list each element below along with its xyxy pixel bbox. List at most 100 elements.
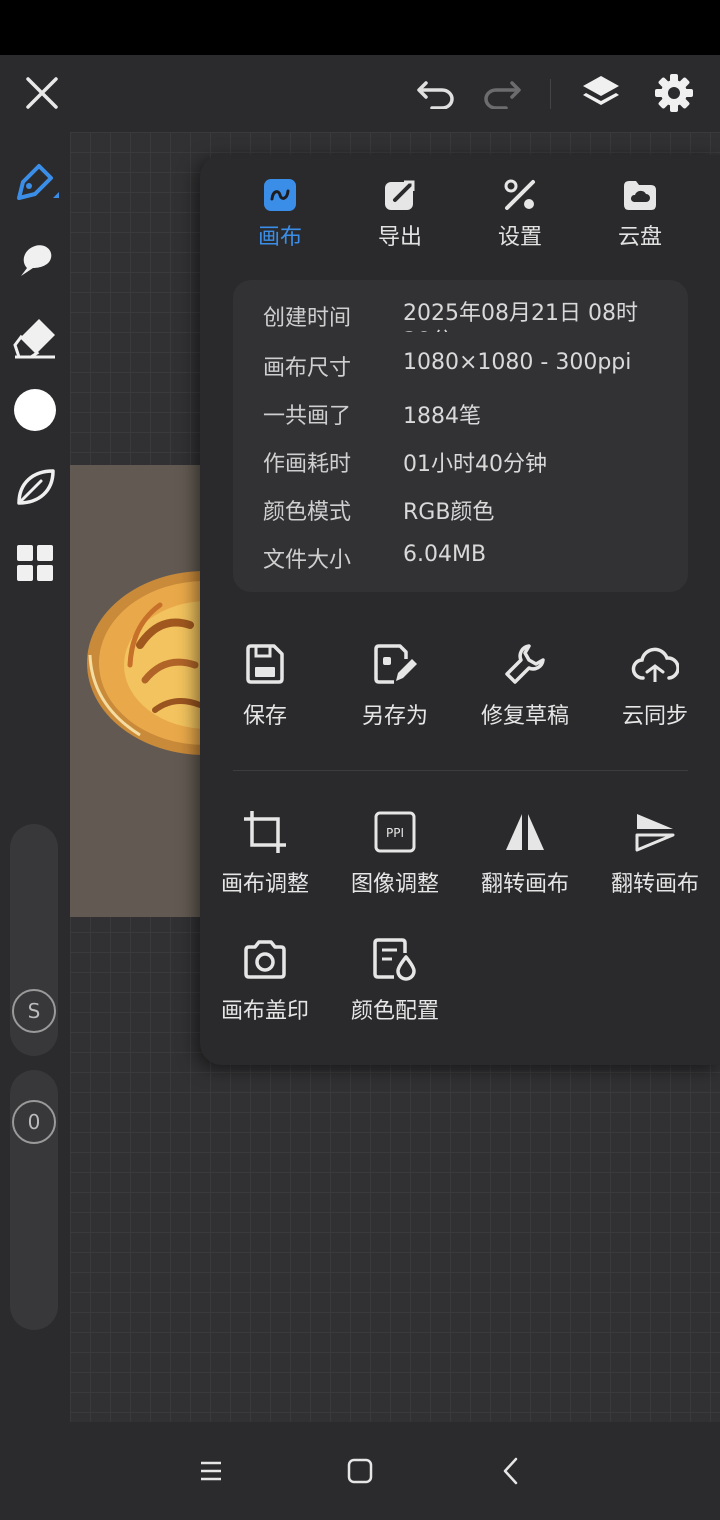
camera-stamp-icon — [244, 940, 286, 979]
info-value: RGB颜色 — [403, 500, 495, 525]
tab-cloud-drive[interactable]: 云盘 — [590, 175, 690, 251]
action-label: 修复草稿 — [480, 704, 569, 729]
export-icon — [385, 180, 415, 210]
opacity-slider[interactable]: 0 — [10, 1070, 58, 1330]
toolbar-divider — [550, 79, 551, 109]
action-label: 另存为 — [361, 704, 428, 729]
info-value: 6.04MB — [403, 542, 487, 567]
top-toolbar — [0, 55, 720, 132]
home-button[interactable] — [335, 1446, 385, 1496]
action-label: 颜色配置 — [350, 999, 439, 1024]
color-config-icon — [373, 938, 416, 981]
canvas-adjust-button[interactable]: 画布调整 — [200, 808, 330, 898]
canvas-info-card: 创建时间 2025年08月21日 08时38分 画布尺寸 1080×1080 - 3… — [233, 280, 688, 592]
info-key: 颜色模式 — [263, 500, 352, 525]
color-config-button[interactable]: 颜色配置 — [330, 935, 460, 1025]
materials-tool[interactable] — [10, 538, 60, 588]
opacity-slider-knob[interactable]: 0 — [12, 1100, 56, 1144]
action-label: 翻转画布 — [480, 872, 569, 897]
artwork-canvas[interactable] — [70, 465, 210, 917]
back-button[interactable] — [486, 1446, 536, 1496]
flip-horizontal-button[interactable]: 翻转画布 — [460, 808, 590, 898]
canvas-tab-icon — [264, 179, 296, 211]
save-as-button[interactable]: 另存为 — [330, 640, 460, 730]
svg-text:PPI: PPI — [386, 826, 404, 840]
settings-button[interactable] — [648, 67, 700, 119]
save-as-icon — [374, 644, 417, 684]
current-color-swatch — [14, 389, 56, 431]
canvas-menu-panel: 画布 导出 设置 云盘 创建时间 2025年08月21日 08时38分 画布尺寸 1… — [200, 155, 720, 1065]
status-bar — [0, 0, 720, 55]
info-value: 01小时40分钟 — [403, 452, 547, 477]
action-label: 翻转画布 — [610, 872, 699, 897]
leaf-tool[interactable] — [10, 462, 60, 512]
brush-tool[interactable] — [10, 157, 60, 207]
info-value: 2025年08月21日 08时38分 — [403, 301, 638, 332]
tab-label: 导出 — [377, 225, 422, 250]
recents-button[interactable] — [186, 1446, 236, 1496]
save-button[interactable]: 保存 — [200, 640, 330, 730]
info-row-size: 画布尺寸 1080×1080 - 300ppi — [263, 350, 631, 390]
save-icon — [246, 644, 284, 684]
square-icon — [347, 1458, 373, 1484]
cloud-sync-icon — [631, 647, 679, 682]
info-row-created: 创建时间 2025年08月21日 08时38分 — [263, 300, 663, 340]
cloud-sync-button[interactable]: 云同步 — [590, 640, 720, 730]
crop-icon — [244, 811, 286, 853]
ppi-icon: PPI — [374, 811, 416, 853]
flip-horizontal-icon — [506, 814, 544, 850]
action-label: 画布盖印 — [220, 999, 309, 1024]
redo-button[interactable] — [476, 67, 528, 119]
grid-icon — [17, 545, 53, 581]
flip-vertical-icon — [635, 814, 675, 852]
flip-vertical-button[interactable]: 翻转画布 — [590, 808, 720, 898]
section-divider — [233, 770, 688, 771]
cloud-drive-icon — [624, 181, 656, 210]
canvas-stamp-button[interactable]: 画布盖印 — [200, 935, 330, 1025]
settings-tools-icon — [504, 179, 535, 210]
info-row-color-mode: 颜色模式 RGB颜色 — [263, 494, 494, 534]
tab-label: 设置 — [497, 225, 542, 250]
layers-icon — [583, 76, 619, 105]
tab-canvas[interactable]: 画布 — [230, 175, 330, 251]
info-row-duration: 作画耗时 01小时40分钟 — [263, 446, 547, 486]
brush-size-slider[interactable]: S — [10, 824, 58, 1056]
undo-icon — [417, 81, 454, 109]
info-value: 1080×1080 - 300ppi — [403, 350, 632, 375]
close-icon — [26, 77, 58, 109]
tab-label: 画布 — [257, 225, 302, 250]
action-label: 云同步 — [621, 704, 688, 729]
smudge-tool[interactable] — [10, 235, 60, 285]
info-key: 创建时间 — [263, 306, 352, 331]
tab-settings[interactable]: 设置 — [470, 175, 570, 251]
repair-draft-button[interactable]: 修复草稿 — [460, 640, 590, 730]
action-label: 保存 — [242, 704, 287, 729]
size-slider-knob[interactable]: S — [12, 989, 56, 1033]
info-row-file-size: 文件大小 6.04MB — [263, 542, 486, 582]
info-key: 作画耗时 — [263, 452, 352, 477]
opacity-label: 0 — [27, 1110, 41, 1134]
color-picker[interactable] — [10, 385, 60, 435]
pen-icon — [17, 164, 59, 200]
egg-tart-artwork — [87, 571, 210, 755]
info-key: 文件大小 — [263, 548, 352, 573]
close-button[interactable] — [16, 67, 68, 119]
back-arrow-icon — [503, 1457, 518, 1485]
info-key: 一共画了 — [263, 404, 352, 429]
action-label: 图像调整 — [350, 872, 439, 897]
gear-icon — [655, 74, 693, 112]
eraser-icon — [13, 319, 55, 359]
tab-export[interactable]: 导出 — [350, 175, 450, 251]
eraser-tool[interactable] — [10, 312, 60, 362]
action-label: 画布调整 — [220, 872, 309, 897]
undo-button[interactable] — [410, 67, 462, 119]
leaf-icon — [17, 469, 55, 505]
smudge-icon — [21, 245, 52, 276]
info-key: 画布尺寸 — [263, 356, 352, 381]
image-adjust-button[interactable]: PPI 图像调整 — [330, 808, 460, 898]
layers-button[interactable] — [575, 67, 627, 119]
menu-icon — [201, 1461, 221, 1481]
size-label: S — [27, 999, 41, 1023]
info-value: 1884笔 — [403, 404, 481, 429]
redo-icon — [484, 81, 521, 109]
